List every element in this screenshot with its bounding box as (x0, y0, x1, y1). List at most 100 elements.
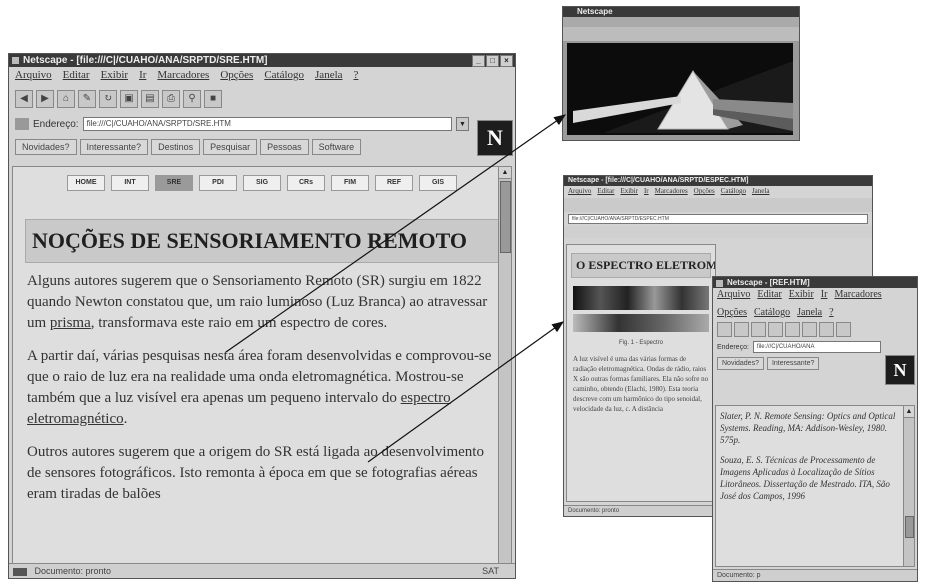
main-status-right: SAT (482, 566, 499, 576)
spectrum-gradient-image (573, 314, 709, 332)
back-icon[interactable]: ◀ (15, 90, 33, 108)
menu-arquivo[interactable]: Arquivo (15, 69, 52, 84)
spectrum-menu-marcadores[interactable]: Marcadores (655, 187, 688, 197)
ref-interessante-button[interactable]: Interessante? (766, 356, 820, 370)
prism-illustration (567, 43, 793, 135)
netscape-logo[interactable]: N (477, 120, 513, 156)
nav-link-int[interactable]: INT (111, 175, 149, 191)
nav-link-gis[interactable]: GIS (419, 175, 457, 191)
ref-status-text: Documento: p (717, 572, 761, 579)
find-icon[interactable]: ⚲ (183, 90, 201, 108)
ref-edit-icon[interactable] (768, 321, 783, 337)
ref-open-icon[interactable] (819, 321, 834, 337)
software-button[interactable]: Software (311, 139, 362, 155)
images-icon[interactable]: ▣ (120, 90, 138, 108)
stop-icon[interactable]: ■ (204, 90, 222, 108)
spectrum-menu-arquivo[interactable]: Arquivo (568, 187, 591, 197)
menu-ir[interactable]: Ir (139, 69, 146, 84)
ref-menu-arquivo[interactable]: Arquivo (717, 289, 750, 300)
nav-link-sre[interactable]: SRE (155, 175, 193, 191)
paragraph-2: A partir daí, várias pesquisas nesta áre… (27, 346, 495, 430)
main-vertical-scrollbar[interactable]: ▲ (498, 167, 511, 563)
prisma-link[interactable]: prisma (50, 315, 91, 331)
scroll-up-icon[interactable]: ▲ (499, 167, 511, 179)
nav-link-fim[interactable]: FIM (331, 175, 369, 191)
ref-forward-icon[interactable] (734, 321, 749, 337)
ref-print-icon[interactable] (836, 321, 851, 337)
prism-toolbar-strip (563, 27, 799, 41)
spectrum-heading: O ESPECTRO ELETROMAGNÉTICO (571, 253, 715, 278)
close-button[interactable]: × (500, 55, 513, 67)
edit-icon[interactable]: ✎ (78, 90, 96, 108)
spectrum-menu-ir[interactable]: Ir (644, 187, 649, 197)
ref-netscape-logo[interactable]: N (885, 355, 915, 385)
bookmark-icon[interactable] (15, 118, 29, 130)
spectrum-directory-strip (564, 226, 872, 238)
nav-link-pdi[interactable]: PDI (199, 175, 237, 191)
spectrum-menu-exibir[interactable]: Exibir (620, 187, 638, 197)
nav-link-ref[interactable]: REF (375, 175, 413, 191)
menu-opcoes[interactable]: Opções (220, 69, 253, 84)
ref-menu-exibir[interactable]: Exibir (789, 289, 814, 300)
paragraph-3: Outros autores sugerem que a origem do S… (27, 444, 484, 502)
ref-back-icon[interactable] (717, 321, 732, 337)
location-input[interactable]: file:///C|/CUAHO/ANA/SRPTD/SRE.HTM (82, 117, 452, 131)
forward-icon[interactable]: ▶ (36, 90, 54, 108)
open-icon[interactable]: ▤ (141, 90, 159, 108)
spectrum-menu-janela[interactable]: Janela (752, 187, 770, 197)
menu-editar[interactable]: Editar (63, 69, 90, 84)
ref-title-bar[interactable]: Netscape - [REF.HTM] (713, 277, 917, 288)
spectrum-menu-catalogo[interactable]: Catálogo (721, 187, 746, 197)
nav-link-sig[interactable]: SIG (243, 175, 281, 191)
interessante-button[interactable]: Interessante? (79, 139, 149, 155)
home-icon[interactable]: ⌂ (57, 90, 75, 108)
spectrum-body-text: A luz visível é uma das várias formas de… (573, 355, 709, 413)
ref-location-input[interactable]: file:///C|/CUAHO/ANA (752, 341, 881, 353)
security-key-icon (13, 567, 27, 576)
reload-icon[interactable]: ↻ (99, 90, 117, 108)
menu-exibir[interactable]: Exibir (101, 69, 129, 84)
main-status-bar: Documento: pronto SAT (9, 563, 515, 578)
prism-title-bar[interactable]: Netscape (563, 7, 799, 17)
menu-catalogo[interactable]: Catálogo (264, 69, 304, 84)
nav-link-home[interactable]: HOME (67, 175, 105, 191)
ref-novidades-button[interactable]: Novidades? (717, 356, 764, 370)
ref-scroll-up-icon[interactable]: ▲ (904, 406, 914, 418)
pessoas-button[interactable]: Pessoas (260, 139, 309, 155)
minimize-button[interactable]: _ (472, 55, 485, 67)
menu-marcadores[interactable]: Marcadores (157, 69, 209, 84)
ref-netscape-small-icon (716, 280, 723, 287)
ref-home-icon[interactable] (751, 321, 766, 337)
spectrum-location-input[interactable]: file:///C|/CUAHO/ANA/SRPTD/ESPEC.HTM (568, 214, 868, 224)
ref-scroll-thumb[interactable] (905, 516, 914, 538)
menu-janela[interactable]: Janela (315, 69, 342, 84)
location-dropdown-icon[interactable]: ▼ (456, 117, 469, 131)
main-title-bar[interactable]: Netscape - [file:///C|/CUAHO/ANA/SRPTD/S… (9, 54, 515, 67)
section-nav: HOME INT SRE PDI SIG CRs FIM REF GIS (13, 167, 511, 191)
destinos-button[interactable]: Destinos (151, 139, 201, 155)
nav-link-crs[interactable]: CRs (287, 175, 325, 191)
maximize-button[interactable]: □ (486, 55, 499, 67)
ref-reload-icon[interactable] (785, 321, 800, 337)
spectrum-menu-editar[interactable]: Editar (597, 187, 614, 197)
main-browser-window: Netscape - [file:///C|/CUAHO/ANA/SRPTD/S… (8, 53, 516, 579)
novidades-button[interactable]: Novidades? (15, 139, 77, 155)
ref-menu-help[interactable]: ? (829, 307, 833, 318)
menu-help[interactable]: ? (354, 69, 359, 84)
ref-status-bar: Documento: p (713, 569, 917, 581)
ref-menu-catalogo[interactable]: Catálogo (754, 307, 790, 318)
spectrum-menu-opcoes[interactable]: Opções (694, 187, 715, 197)
spectrum-title-bar[interactable]: Netscape - [file:///C|/CUAHO/ANA/SRPTD/E… (564, 176, 872, 186)
prism-menu-strip (563, 17, 799, 27)
ref-menu-opcoes[interactable]: Opções (717, 307, 747, 318)
ref-vertical-scrollbar[interactable]: ▲ (903, 406, 914, 566)
pesquisar-button[interactable]: Pesquisar (203, 139, 258, 155)
ref-menu-janela[interactable]: Janela (797, 307, 822, 318)
ref-menu-editar[interactable]: Editar (757, 289, 781, 300)
ref-menu-marcadores[interactable]: Marcadores (834, 289, 881, 300)
ref-menu-ir[interactable]: Ir (821, 289, 828, 300)
scroll-thumb[interactable] (500, 181, 511, 253)
spectrum-bar-image (573, 286, 709, 310)
ref-images-icon[interactable] (802, 321, 817, 337)
print-icon[interactable]: ⎙ (162, 90, 180, 108)
